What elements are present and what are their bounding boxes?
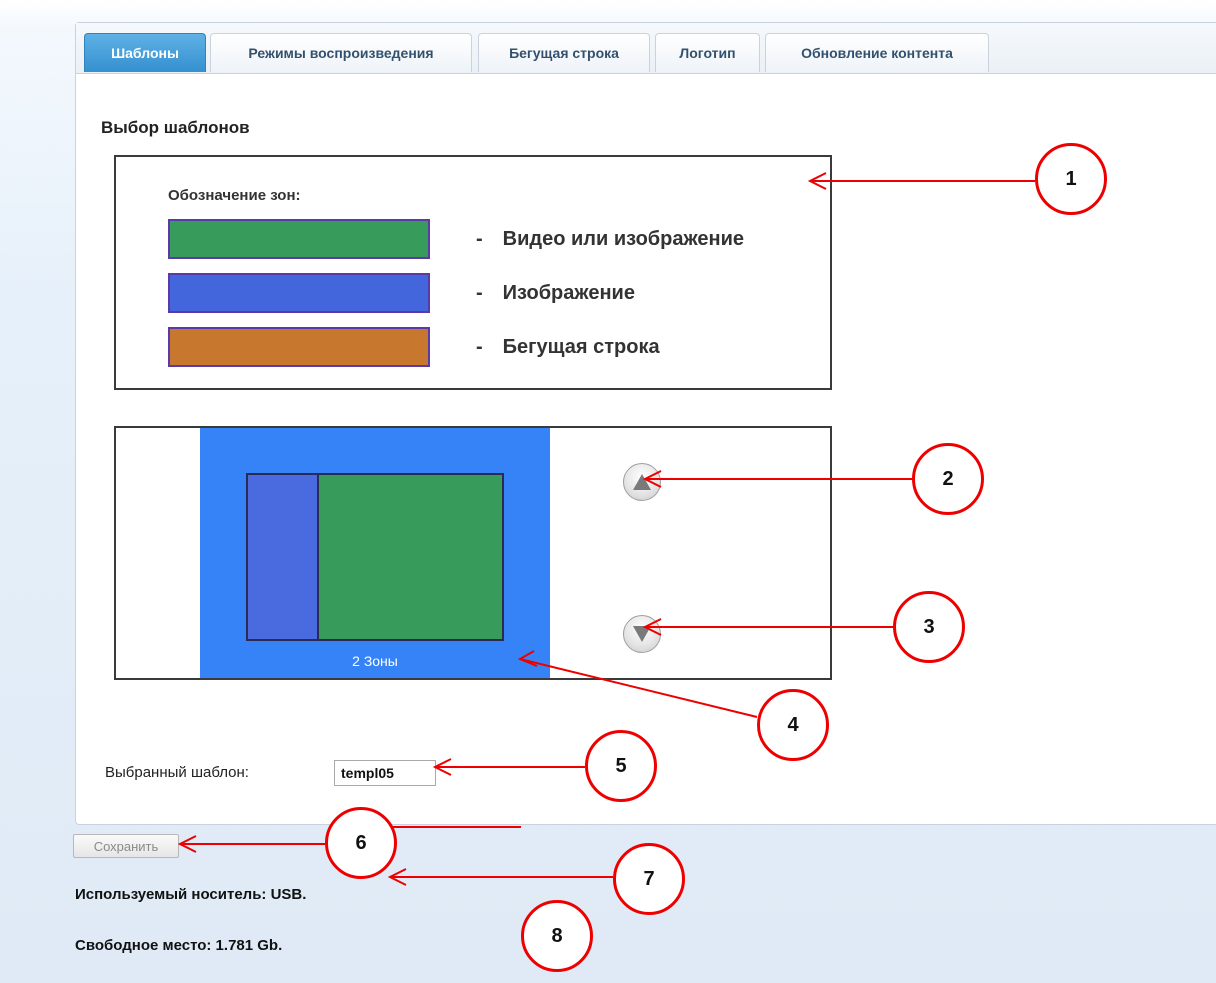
callout-4: 4 xyxy=(757,689,829,761)
zone-video xyxy=(317,473,504,641)
zone-image xyxy=(246,473,319,641)
legend-item-ticker: - Бегущая строка xyxy=(476,327,660,367)
save-button[interactable]: Сохранить xyxy=(73,834,179,858)
legend-label-image: Изображение xyxy=(502,281,635,304)
tab-ticker[interactable]: Бегущая строка xyxy=(478,33,650,72)
section-title: Выбор шаблонов xyxy=(101,118,250,137)
tab-logo[interactable]: Логотип xyxy=(655,33,760,72)
template-preview[interactable]: 2 Зоны xyxy=(200,428,550,678)
tab-playback-modes[interactable]: Режимы воспроизведения xyxy=(210,33,472,72)
callout-8: 8 xyxy=(521,900,593,972)
legend-label-video: Видео или изображение xyxy=(502,227,745,250)
zone-legend: Обозначение зон: - Видео или изображение… xyxy=(114,155,832,390)
legend-dash: - xyxy=(476,281,483,304)
legend-title: Обозначение зон: xyxy=(168,187,301,204)
callout-7: 7 xyxy=(613,843,685,915)
legend-dash: - xyxy=(476,335,483,358)
template-selector: 2 Зоны xyxy=(114,426,832,680)
legend-swatch-ticker xyxy=(168,327,430,367)
legend-label-ticker: Бегущая строка xyxy=(502,335,660,358)
next-template-button[interactable] xyxy=(623,615,661,653)
free-space-status: Свободное место: 1.781 Gb. xyxy=(75,937,283,954)
callout-6: 6 xyxy=(325,807,397,879)
tab-content-update[interactable]: Обновление контента xyxy=(765,33,989,72)
triangle-down-icon xyxy=(633,626,651,642)
storage-media-status: Используемый носитель: USB. xyxy=(75,886,307,903)
legend-item-image: - Изображение xyxy=(476,273,635,313)
legend-dash: - xyxy=(476,227,483,250)
selected-template-label: Выбранный шаблон: xyxy=(105,764,249,781)
legend-swatch-video xyxy=(168,219,430,259)
selected-template-field[interactable] xyxy=(334,760,436,786)
settings-panel: Шаблоны Режимы воспроизведения Бегущая с… xyxy=(75,22,1216,825)
template-caption: 2 Зоны xyxy=(352,653,398,669)
tab-bar: Шаблоны Режимы воспроизведения Бегущая с… xyxy=(76,23,1216,74)
tab-templates[interactable]: Шаблоны xyxy=(84,33,206,72)
triangle-up-icon xyxy=(633,474,651,490)
previous-template-button[interactable] xyxy=(623,463,661,501)
callout-2: 2 xyxy=(912,443,984,515)
callout-5: 5 xyxy=(585,730,657,802)
callout-1: 1 xyxy=(1035,143,1107,215)
callout-3: 3 xyxy=(893,591,965,663)
legend-item-video: - Видео или изображение xyxy=(476,219,744,259)
legend-swatch-image xyxy=(168,273,430,313)
